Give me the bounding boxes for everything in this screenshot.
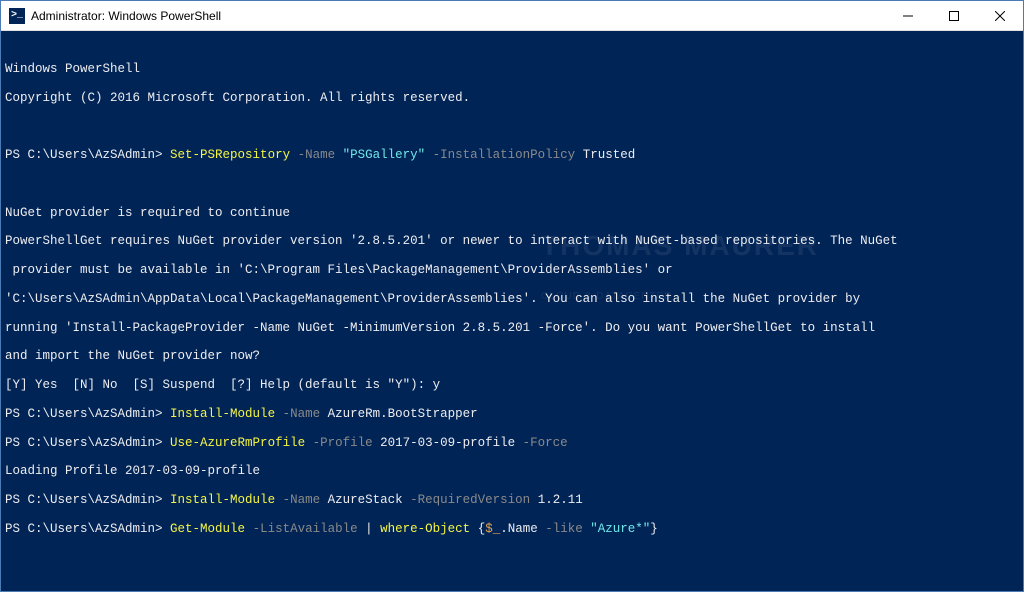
maximize-button[interactable]	[931, 1, 977, 30]
titlebar[interactable]: >_ Administrator: Windows PowerShell	[1, 1, 1023, 31]
nuget-heading: NuGet provider is required to continue	[5, 206, 1019, 220]
prompt-line: PS C:\Users\AzSAdmin> Install-Module -Na…	[5, 493, 1019, 507]
nuget-body: provider must be available in 'C:\Progra…	[5, 263, 1019, 277]
nuget-body: 'C:\Users\AzSAdmin\AppData\Local\Package…	[5, 292, 1019, 306]
close-button[interactable]	[977, 1, 1023, 30]
output-line: Loading Profile 2017-03-09-profile	[5, 464, 1019, 478]
intro-line: Windows PowerShell	[5, 62, 1019, 76]
window-controls	[885, 1, 1023, 30]
prompt-line: PS C:\Users\AzSAdmin> Get-Module -ListAv…	[5, 522, 1019, 536]
prompt-line: PS C:\Users\AzSAdmin> Use-AzureRmProfile…	[5, 436, 1019, 450]
minimize-button[interactable]	[885, 1, 931, 30]
nuget-options: [Y] Yes [N] No [S] Suspend [?] Help (def…	[5, 378, 1019, 392]
nuget-body: PowerShellGet requires NuGet provider ve…	[5, 234, 1019, 248]
titlebar-left: >_ Administrator: Windows PowerShell	[1, 8, 885, 24]
terminal-area[interactable]: THOMAS MAURER CLOUD & DATACENTER Windows…	[1, 31, 1023, 591]
powershell-icon: >_	[9, 8, 25, 24]
powershell-window: >_ Administrator: Windows PowerShell THO…	[0, 0, 1024, 592]
intro-line: Copyright (C) 2016 Microsoft Corporation…	[5, 91, 1019, 105]
nuget-body: and import the NuGet provider now?	[5, 349, 1019, 363]
prompt-line: PS C:\Users\AzSAdmin> Install-Module -Na…	[5, 407, 1019, 421]
nuget-body: running 'Install-PackageProvider -Name N…	[5, 321, 1019, 335]
window-title: Administrator: Windows PowerShell	[31, 9, 221, 23]
prompt-line: PS C:\Users\AzSAdmin> Set-PSRepository -…	[5, 148, 1019, 162]
